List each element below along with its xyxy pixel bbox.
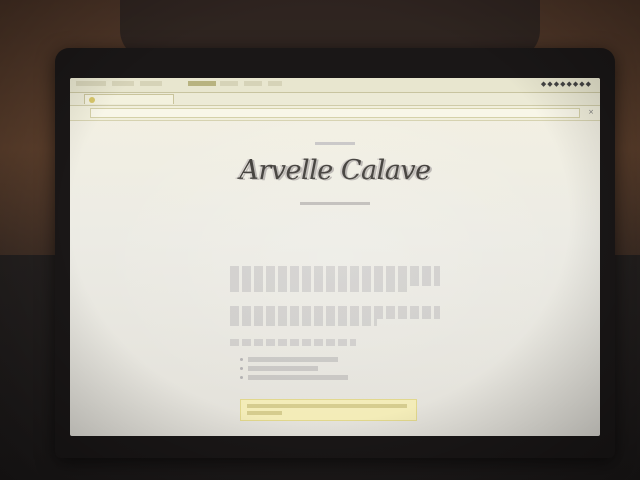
menu-item-active[interactable] [188,81,216,86]
menu-item[interactable] [244,81,262,86]
list-bullet [240,376,243,379]
close-icon[interactable]: × [588,108,594,116]
list-item[interactable] [248,366,318,371]
list-item[interactable] [248,357,338,362]
web-page: Arvelle Calave [70,121,600,436]
browser-tab[interactable] [84,94,174,104]
page-title: Arvelle Calave [239,155,431,186]
menu-item[interactable] [140,81,162,86]
menu-item[interactable] [112,81,134,86]
laptop-screen: ◆◆◆◆◆◆◆◆ × Arvelle Calave [70,78,600,436]
list-item[interactable] [248,375,348,380]
browser-toolbar: × [70,106,600,121]
page-kicker [70,141,600,147]
system-tray[interactable]: ◆◆◆◆◆◆◆◆ [541,80,592,88]
list-bullet [240,358,243,361]
tray-icon[interactable]: ◆◆◆◆◆◆◆◆ [541,80,592,88]
list-bullet [240,367,243,370]
body-paragraph [230,339,440,346]
page-subtitle [70,201,600,207]
body-paragraph [230,266,440,292]
menu-item[interactable] [268,81,282,86]
browser-tabbar [70,93,600,106]
body-paragraph [230,306,440,326]
desktop-menubar: ◆◆◆◆◆◆◆◆ [70,78,600,93]
address-bar[interactable] [90,108,580,118]
menu-item[interactable] [76,81,106,86]
menu-item[interactable] [220,81,238,86]
footer-notice [240,399,417,421]
page-icon [89,97,95,103]
